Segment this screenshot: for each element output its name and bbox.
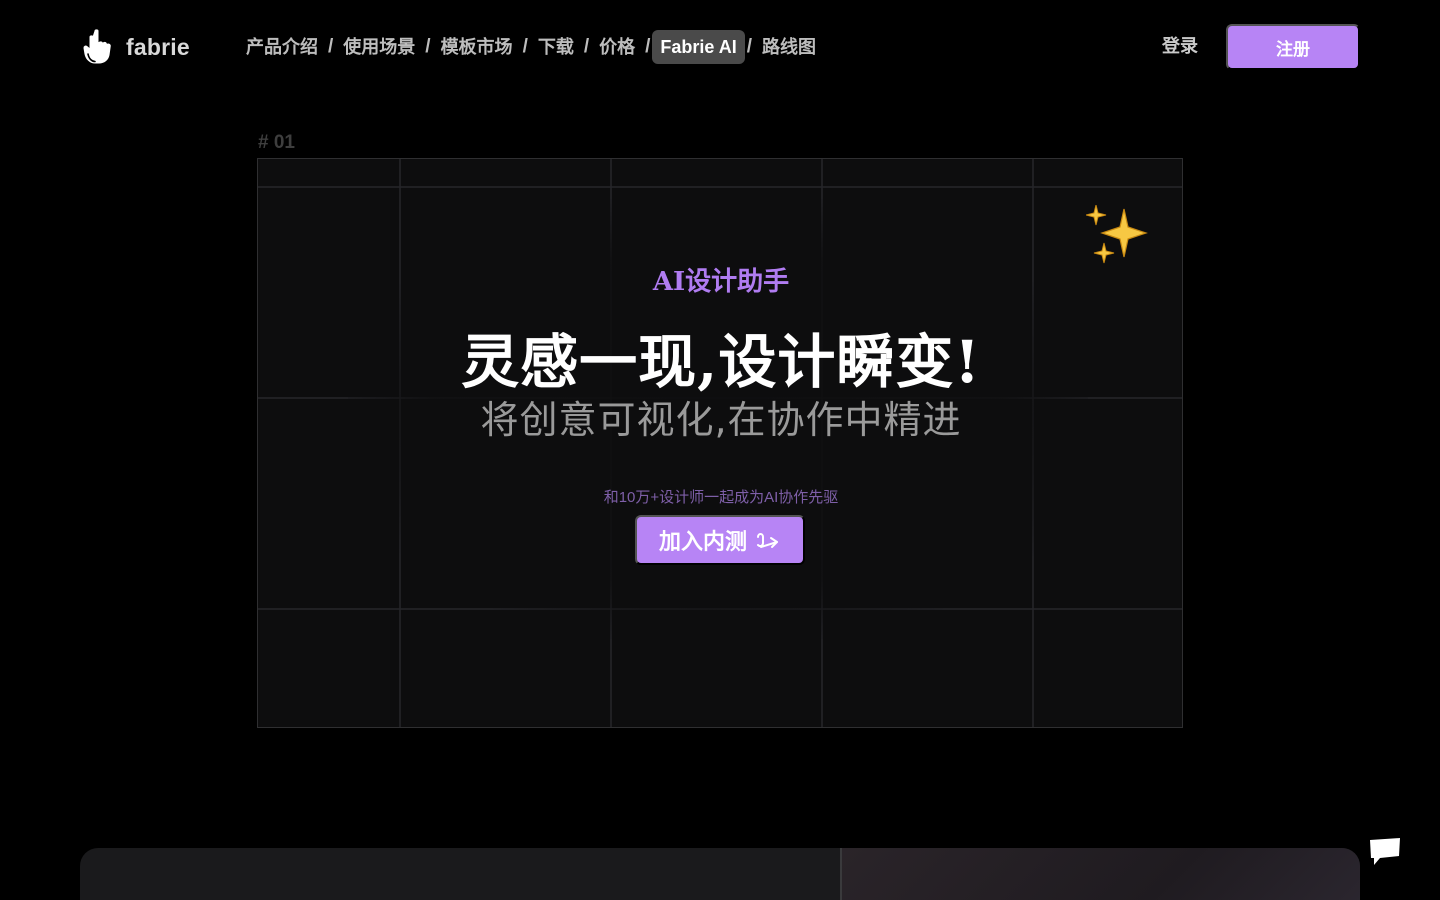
nav-item-product-intro[interactable]: 产品介绍 (238, 30, 326, 64)
hero-card: AI设计助手 灵感一现,设计瞬变! 将创意可视化,在协作中精进 和10万+设计师… (257, 158, 1183, 728)
login-link[interactable]: 登录 (1162, 32, 1198, 60)
product-preview-panel (80, 848, 1360, 900)
nav-item-fabrie-ai[interactable]: Fabrie AI (652, 30, 745, 64)
brand-name: fabrie (126, 33, 190, 60)
nav-separator: / (425, 36, 431, 57)
nav-separator: / (746, 36, 753, 57)
nav-item-download[interactable]: 下载 (530, 30, 582, 64)
section-number: # 01 (258, 132, 295, 153)
nav-item-pricing[interactable]: 价格 (591, 30, 643, 64)
nav-separator: / (328, 36, 334, 57)
brand-logo[interactable]: fabrie (80, 28, 190, 66)
pointing-hand-icon (83, 29, 111, 64)
top-navigation: fabrie 产品介绍 / 使用场景 / 模板市场 / 下载 / 价格 / Fa… (0, 0, 1440, 92)
sparkles-icon (1086, 205, 1148, 264)
nav-separator: / (583, 36, 590, 57)
nav-item-template-market[interactable]: 模板市场 (433, 30, 521, 64)
join-beta-button[interactable]: 加入内测 (635, 515, 805, 565)
main-menu: 产品介绍 / 使用场景 / 模板市场 / 下载 / 价格 / Fabrie AI… (238, 30, 824, 64)
hero-subline: 将创意可视化,在协作中精进 (480, 398, 962, 442)
signup-button[interactable]: 注册 (1226, 24, 1360, 70)
nav-separator: / (645, 36, 651, 57)
join-beta-label: 加入内测 (658, 529, 747, 554)
hand-arrow-icon (757, 533, 778, 548)
social-proof-text: 和10万+设计师一起成为AI协作先驱 (603, 489, 839, 506)
hero-eyebrow: AI设计助手 (652, 267, 790, 297)
nav-item-use-cases[interactable]: 使用场景 (335, 30, 423, 64)
nav-item-roadmap[interactable]: 路线图 (754, 30, 824, 64)
preview-image (842, 848, 1360, 900)
hero-headline: 灵感一现,设计瞬变! (461, 328, 981, 396)
nav-separator: / (522, 36, 528, 57)
chat-bubble-icon[interactable] (1366, 834, 1404, 868)
